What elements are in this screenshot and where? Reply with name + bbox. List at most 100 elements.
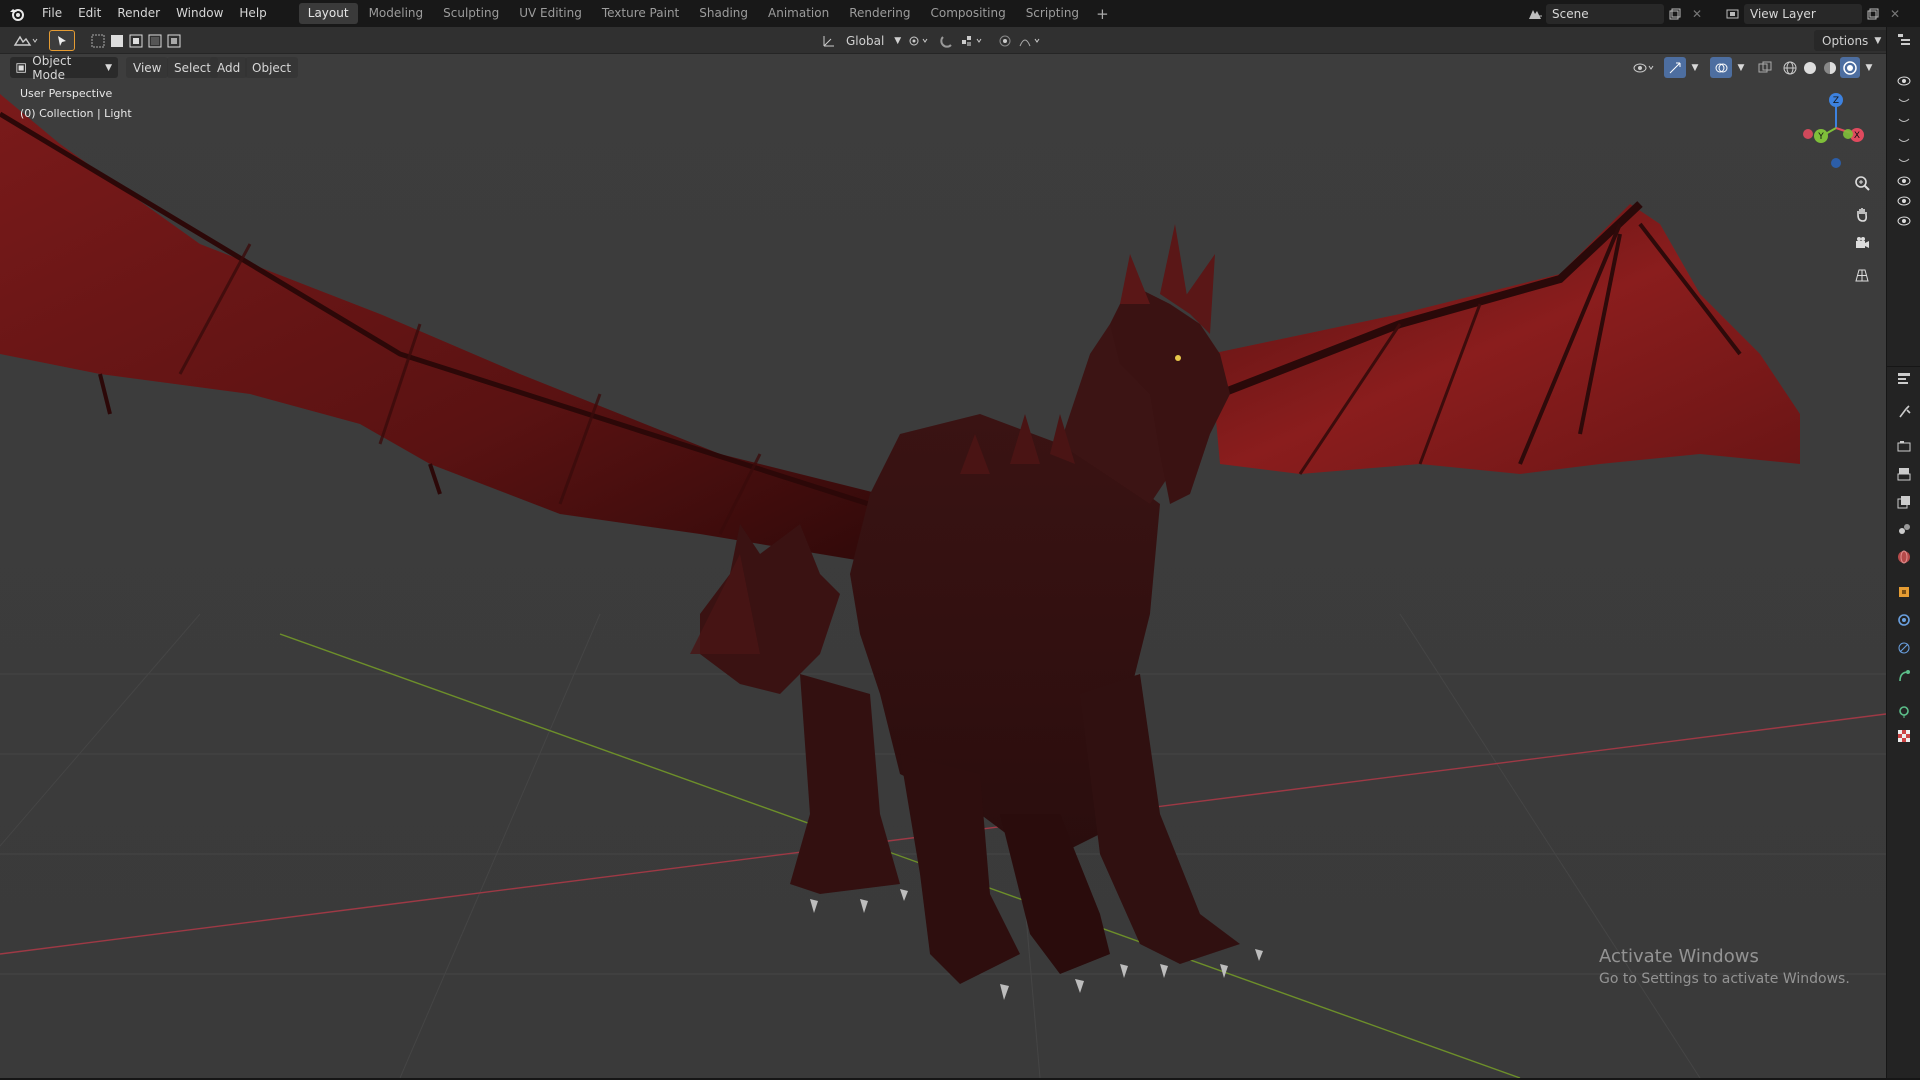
- menu-file[interactable]: File: [34, 0, 70, 27]
- eye-icon[interactable]: [1887, 190, 1920, 212]
- solid-shading-icon[interactable]: [1800, 57, 1820, 78]
- chevron-down-icon[interactable]: ▼: [1862, 57, 1876, 78]
- collapse-icon[interactable]: [1887, 90, 1920, 112]
- wireframe-shading-icon[interactable]: [1780, 57, 1800, 78]
- transform-orientation-icon[interactable]: [820, 30, 838, 51]
- collection-info-label: (0) Collection | Light: [20, 107, 132, 120]
- eye-icon[interactable]: [1887, 210, 1920, 232]
- pivot-point-icon[interactable]: [904, 30, 934, 51]
- tab-layout[interactable]: Layout: [298, 3, 358, 24]
- rendered-shading-icon[interactable]: [1840, 57, 1860, 78]
- tab-scripting[interactable]: Scripting: [1017, 3, 1088, 24]
- watermark-title: Activate Windows: [1599, 946, 1759, 967]
- view-layer-icon[interactable]: [1887, 491, 1920, 513]
- data-icon[interactable]: [1887, 701, 1920, 723]
- proportional-falloff-icon[interactable]: [1016, 30, 1046, 51]
- properties-icon[interactable]: [1887, 366, 1920, 388]
- chevron-down-icon: ▼: [105, 62, 112, 73]
- tab-compositing[interactable]: Compositing: [921, 3, 1014, 24]
- tool-icon[interactable]: [1887, 400, 1920, 422]
- viewport-header: Object Mode ▼ View Select Add Object ▼ ▼: [0, 54, 1886, 82]
- gizmo-toggle-icon[interactable]: [1664, 57, 1686, 78]
- tab-shading[interactable]: Shading: [690, 3, 757, 24]
- collapse-icon[interactable]: [1887, 150, 1920, 172]
- new-scene-icon[interactable]: [1664, 4, 1686, 24]
- menu-render[interactable]: Render: [109, 0, 168, 27]
- tab-modeling[interactable]: Modeling: [360, 3, 433, 24]
- object-mode-label: Object Mode: [32, 54, 72, 82]
- modifier-icon[interactable]: [1887, 609, 1920, 631]
- selection-mode-icons[interactable]: [89, 33, 185, 49]
- select-tool-button[interactable]: [49, 30, 75, 51]
- snap-toggle-icon[interactable]: [938, 30, 956, 51]
- watermark-subtitle: Go to Settings to activate Windows.: [1599, 971, 1850, 987]
- menu-help[interactable]: Help: [231, 0, 274, 27]
- tool-header: Global ▼ Options ▼: [0, 27, 1920, 54]
- navigation-gizmo[interactable]: Z X Y: [1792, 84, 1872, 184]
- options-label: Options: [1822, 33, 1869, 48]
- chevron-down-icon[interactable]: ▼: [1688, 57, 1702, 78]
- new-view-layer-icon[interactable]: [1862, 4, 1884, 24]
- viewport-scene: [0, 54, 1886, 1078]
- tab-texture-paint[interactable]: Texture Paint: [593, 3, 688, 24]
- selection-mode-group: [88, 30, 186, 51]
- proportional-editing-icon[interactable]: [996, 30, 1014, 51]
- 3d-viewport[interactable]: Object Mode ▼ View Select Add Object ▼ ▼: [0, 54, 1886, 1078]
- material-preview-icon[interactable]: [1820, 57, 1840, 78]
- workspace-tabs: Layout Modeling Sculpting UV Editing Tex…: [298, 0, 1115, 27]
- blender-logo-icon[interactable]: [0, 0, 34, 27]
- view-layer-icon[interactable]: [1722, 4, 1744, 24]
- eye-icon[interactable]: [1887, 70, 1920, 92]
- scene-icon[interactable]: [1524, 4, 1546, 24]
- tab-uv-editing[interactable]: UV Editing: [510, 3, 591, 24]
- texture-icon[interactable]: [1887, 725, 1920, 747]
- close-scene-icon[interactable]: ✕: [1686, 4, 1708, 24]
- camera-view-icon[interactable]: [1849, 231, 1875, 257]
- close-view-layer-icon[interactable]: ✕: [1884, 4, 1906, 24]
- add-menu[interactable]: Add: [210, 57, 248, 78]
- scene-name-field[interactable]: Scene: [1546, 3, 1664, 24]
- gizmo-x-label: X: [1854, 131, 1860, 141]
- constraint-icon[interactable]: [1887, 665, 1920, 687]
- transform-orientation-label: Global: [846, 33, 885, 48]
- gizmo-y-label: Y: [1817, 132, 1824, 142]
- xray-toggle-icon[interactable]: [1754, 57, 1776, 78]
- pan-hand-icon[interactable]: [1849, 201, 1875, 227]
- overlays-toggle-icon[interactable]: [1710, 57, 1732, 78]
- chevron-down-icon: ▼: [1874, 35, 1882, 46]
- tab-rendering[interactable]: Rendering: [840, 3, 919, 24]
- menu-edit[interactable]: Edit: [70, 0, 109, 27]
- ortho-grid-icon[interactable]: [1849, 262, 1875, 288]
- view-perspective-label: User Perspective: [20, 87, 113, 100]
- snap-target-icon[interactable]: [958, 30, 988, 51]
- view-menu[interactable]: View: [126, 57, 169, 78]
- add-workspace-button[interactable]: +: [1090, 5, 1115, 23]
- visibility-selectability-icon[interactable]: [1630, 57, 1658, 78]
- menu-window[interactable]: Window: [168, 0, 231, 27]
- transform-orientation-dropdown[interactable]: Global ▼: [838, 30, 909, 51]
- object-mode-dropdown[interactable]: Object Mode ▼: [10, 54, 118, 82]
- physics-icon[interactable]: [1887, 637, 1920, 659]
- object-icon[interactable]: [1887, 581, 1920, 603]
- render-icon[interactable]: [1887, 435, 1920, 457]
- zoom-icon[interactable]: [1849, 170, 1875, 196]
- activate-windows-watermark: Activate Windows Go to Settings to activ…: [1599, 946, 1850, 987]
- outliner-icon[interactable]: [1887, 29, 1920, 51]
- tab-sculpting[interactable]: Sculpting: [434, 3, 508, 24]
- collapse-icon[interactable]: [1887, 130, 1920, 152]
- object-menu[interactable]: Object: [245, 57, 299, 78]
- eye-icon[interactable]: [1887, 170, 1920, 192]
- collapse-icon[interactable]: [1887, 110, 1920, 132]
- tab-animation[interactable]: Animation: [759, 3, 838, 24]
- scene-icon[interactable]: [1887, 518, 1920, 540]
- options-dropdown[interactable]: Options ▼: [1814, 30, 1890, 51]
- editor-type-icon[interactable]: [8, 30, 42, 51]
- view-layer-name-field[interactable]: View Layer: [1744, 3, 1862, 24]
- output-icon[interactable]: [1887, 463, 1920, 485]
- scene-selector: Scene ✕: [1524, 3, 1708, 24]
- top-menu-bar: File Edit Render Window Help Layout Mode…: [0, 0, 1920, 27]
- chevron-down-icon[interactable]: ▼: [1734, 57, 1748, 78]
- world-icon[interactable]: [1887, 546, 1920, 568]
- view-layer-selector: View Layer ✕: [1722, 3, 1906, 24]
- chevron-down-icon: ▼: [894, 35, 902, 46]
